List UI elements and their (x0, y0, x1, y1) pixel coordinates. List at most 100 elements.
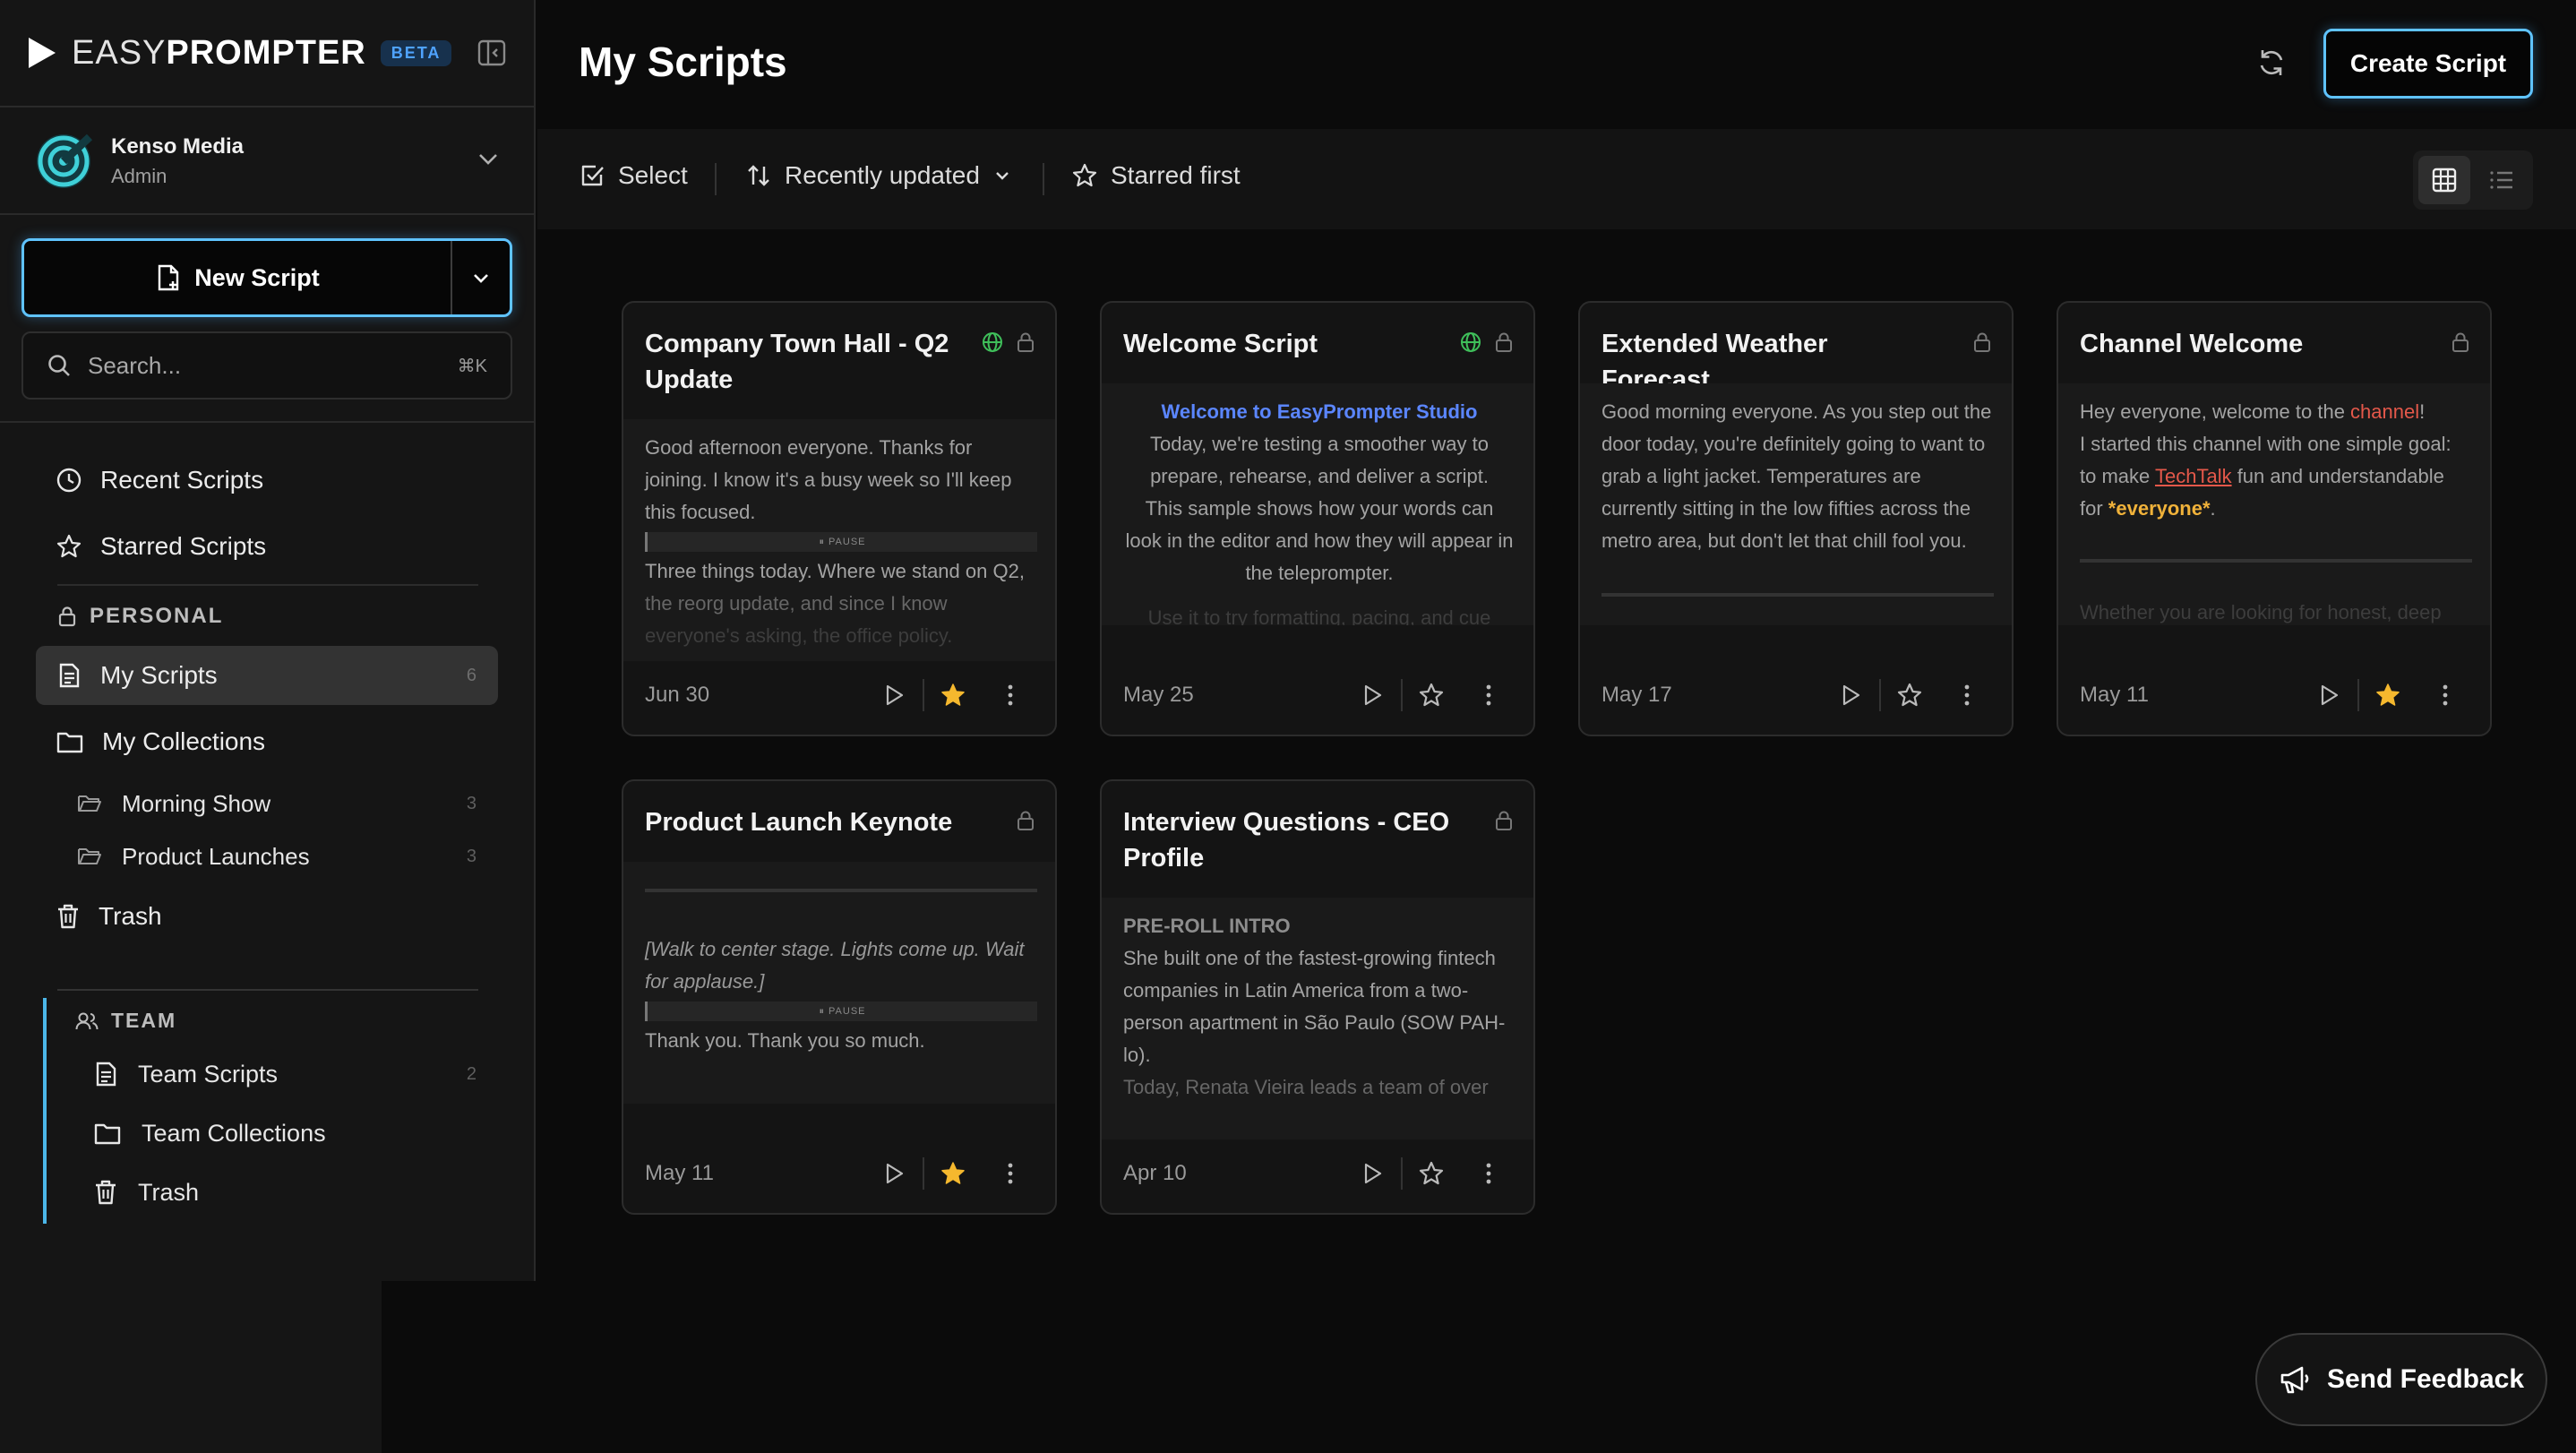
globe-icon (983, 332, 1002, 352)
org-name: Kenso Media (111, 134, 245, 159)
folder-open-icon (78, 848, 101, 864)
card-date: May 25 (1123, 683, 1194, 707)
nav-label: Team Scripts (138, 1060, 279, 1088)
lock-icon (1496, 332, 1512, 352)
more-options-icon[interactable] (1460, 677, 1517, 713)
collection-count: 3 (466, 793, 477, 813)
grid-view-icon[interactable] (2418, 156, 2470, 204)
search-input[interactable]: Search... ⌘K (21, 331, 512, 400)
more-options-icon[interactable] (1938, 677, 1996, 713)
star-icon[interactable] (1881, 677, 1938, 713)
create-script-button[interactable]: Create Script (2323, 29, 2533, 99)
nav-my-collections[interactable]: My Collections (36, 712, 498, 771)
new-script-button[interactable]: New Script (24, 241, 452, 314)
collapse-sidebar-icon[interactable] (477, 38, 507, 68)
card-title: Channel Welcome (2080, 330, 2304, 358)
sort-label: Recently updated (785, 161, 980, 189)
nav-team-scripts[interactable]: Team Scripts 2 (93, 1050, 498, 1098)
card-preview: Good afternoon everyone. Thanks for join… (623, 419, 1055, 661)
org-switcher[interactable]: Kenso Media Admin (34, 127, 509, 195)
script-card[interactable]: Channel Welcome Hey everyone, welcome to… (2057, 301, 2492, 736)
script-card[interactable]: Interview Questions - CEO Profile PRE-RO… (1100, 779, 1535, 1215)
collection-morning-show[interactable]: Morning Show 3 (77, 779, 498, 828)
play-icon[interactable] (865, 1156, 923, 1191)
card-date: Apr 10 (1123, 1161, 1187, 1185)
divider (715, 163, 717, 195)
org-role: Admin (111, 165, 167, 187)
new-script-dropdown[interactable] (452, 241, 510, 314)
trash-icon (58, 904, 78, 929)
star-icon (56, 534, 82, 558)
divider (1601, 593, 1994, 597)
nav-team-collections[interactable]: Team Collections (93, 1109, 498, 1157)
nav-team-trash[interactable]: Trash (93, 1168, 498, 1217)
pause-marker: ⏸ PAUSE (645, 1002, 1037, 1021)
divider (57, 989, 478, 991)
script-card[interactable]: Welcome Script Welcome to EasyPrompter S… (1100, 301, 1535, 736)
more-options-icon[interactable] (2417, 677, 2474, 713)
clock-icon (56, 468, 82, 493)
nav-label: Recent Scripts (100, 466, 264, 494)
play-icon[interactable] (1344, 677, 1401, 713)
card-title: Interview Questions - CEO Profile (1123, 808, 1450, 873)
lock-icon (1496, 811, 1512, 830)
folder-icon (56, 732, 83, 753)
search-icon (48, 355, 70, 376)
script-card[interactable]: Company Town Hall - Q2 Update Good after… (622, 301, 1057, 736)
main-content: My Scripts Create Script Select Recently… (537, 0, 2576, 1453)
play-icon[interactable] (1344, 1156, 1401, 1191)
star-icon[interactable] (1403, 1156, 1460, 1191)
divider (57, 584, 478, 586)
divider (0, 106, 536, 107)
nav-trash[interactable]: Trash (36, 887, 498, 946)
page-title: My Scripts (579, 39, 787, 85)
brand-logo[interactable]: EASYPROMPTER BETA (27, 32, 452, 73)
search-shortcut: ⌘K (457, 356, 487, 376)
org-avatar (37, 133, 93, 188)
divider (2080, 559, 2472, 563)
collection-product-launches[interactable]: Product Launches 3 (77, 832, 498, 881)
megaphone-icon (2280, 1366, 2309, 1394)
sort-dropdown[interactable]: Recently updated (745, 161, 1012, 190)
nav-label: My Collections (102, 727, 266, 755)
nav-starred-scripts[interactable]: Starred Scripts (36, 517, 498, 576)
brand-name: EASYPROMPTER (72, 33, 366, 72)
nav-count: 6 (466, 665, 477, 685)
card-title: Company Town Hall - Q2 Update (645, 330, 949, 394)
refresh-icon[interactable] (2255, 47, 2288, 79)
sidebar-footer-area (0, 1281, 382, 1453)
folder-open-icon (78, 795, 101, 812)
more-options-icon[interactable] (982, 677, 1039, 713)
more-options-icon[interactable] (982, 1156, 1039, 1191)
list-view-icon[interactable] (2476, 156, 2528, 204)
card-preview: Welcome to EasyPrompter Studio Today, we… (1102, 383, 1533, 625)
nav-my-scripts[interactable]: My Scripts 6 (36, 646, 498, 705)
nav-label: Trash (99, 902, 162, 930)
play-icon[interactable] (1822, 677, 1879, 713)
starred-first-toggle[interactable]: Starred first (1071, 161, 1241, 190)
star-icon[interactable] (1403, 677, 1460, 713)
play-logo-icon (29, 38, 56, 68)
lock-icon (2452, 332, 2469, 352)
sort-arrows-icon (748, 165, 769, 186)
send-feedback-label: Send Feedback (2326, 1364, 2525, 1394)
nav-count: 2 (466, 1063, 477, 1084)
send-feedback-button[interactable]: Send Feedback (2255, 1333, 2547, 1426)
select-button[interactable]: Select (579, 161, 688, 190)
star-filled-icon[interactable] (924, 1156, 982, 1191)
card-title: Product Launch Keynote (645, 808, 953, 837)
divider (0, 213, 536, 215)
search-placeholder: Search... (88, 351, 182, 379)
nav-recent-scripts[interactable]: Recent Scripts (36, 451, 498, 510)
play-icon[interactable] (2300, 677, 2357, 713)
play-icon[interactable] (865, 677, 923, 713)
trash-icon (96, 1180, 116, 1205)
star-filled-icon[interactable] (924, 677, 982, 713)
collection-count: 3 (466, 846, 477, 866)
section-team: TEAM (75, 1009, 176, 1033)
more-options-icon[interactable] (1460, 1156, 1517, 1191)
script-card[interactable]: Product Launch Keynote [Walk to center s… (622, 779, 1057, 1215)
star-filled-icon[interactable] (2359, 677, 2417, 713)
card-date: May 17 (1601, 683, 1672, 707)
script-card[interactable]: Extended Weather Forecast Good morning e… (1578, 301, 2014, 736)
